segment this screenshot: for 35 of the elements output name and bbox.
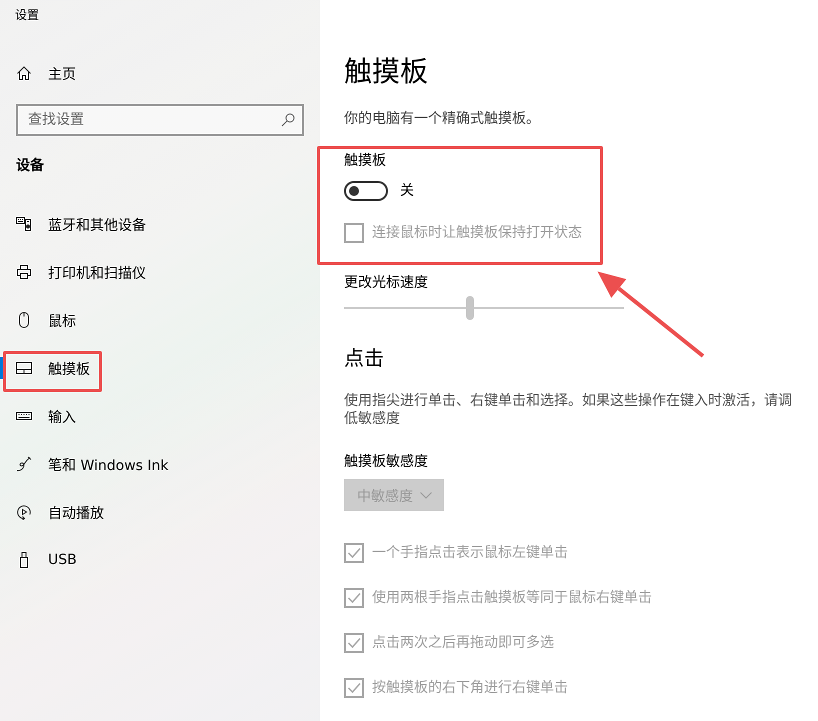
checkbox-label: 使用两根手指点击触摸板等同于鼠标右键单击 — [372, 588, 652, 608]
home-link[interactable]: 主页 — [0, 49, 88, 97]
checkbox-label: 点击两次之后再拖动即可多选 — [372, 634, 554, 653]
description-text: 使用指尖进行单击、右键单击和选择。如果这些操作在键入时激活，请调低敏感度 — [344, 392, 793, 428]
devices-icon — [16, 216, 32, 232]
window-title: 设置 — [15, 7, 39, 23]
printer-icon — [16, 264, 32, 280]
home-icon — [16, 65, 32, 81]
nav-item[interactable]: 输入 — [0, 392, 88, 440]
page-title: 触摸板 — [344, 54, 428, 90]
checkbox-label: 连接鼠标时让触摸板保持打开状态 — [372, 224, 582, 243]
toggle-switch[interactable] — [344, 181, 388, 201]
nav-item[interactable]: USB — [0, 536, 89, 584]
nav-item[interactable]: 蓝牙和其他设备 — [0, 200, 158, 248]
setting-label: 更改光标速度 — [344, 274, 428, 293]
nav-item[interactable]: 笔和 Windows Ink — [0, 440, 181, 488]
nav-item[interactable]: 自动播放 — [0, 488, 116, 536]
pen-icon — [16, 456, 32, 472]
checkbox-label: 一个手指点击表示鼠标左键单击 — [372, 544, 568, 563]
section-heading: 设备 — [16, 156, 44, 176]
nav-item[interactable]: 打印机和扫描仪 — [0, 248, 158, 296]
checkbox-label: 按触摸板的右下角进行右键单击 — [372, 678, 568, 698]
toggle-state-label: 关 — [400, 182, 414, 201]
intro-text: 你的电脑有一个精确式触摸板。 — [344, 110, 540, 129]
nav-item[interactable]: 触摸板 — [0, 344, 102, 392]
section-heading: 点击 — [344, 345, 384, 372]
setting-label: 触摸板 — [344, 152, 386, 171]
play-circle-icon — [16, 504, 32, 520]
touchpad-icon — [16, 360, 32, 376]
mouse-icon — [16, 312, 32, 328]
chevron-down-icon — [420, 492, 432, 498]
search-field[interactable]: 查找设置 — [16, 104, 304, 136]
setting-label: 触摸板敏感度 — [344, 452, 428, 472]
nav-item[interactable]: 鼠标 — [0, 296, 88, 344]
search-icon — [281, 113, 295, 127]
